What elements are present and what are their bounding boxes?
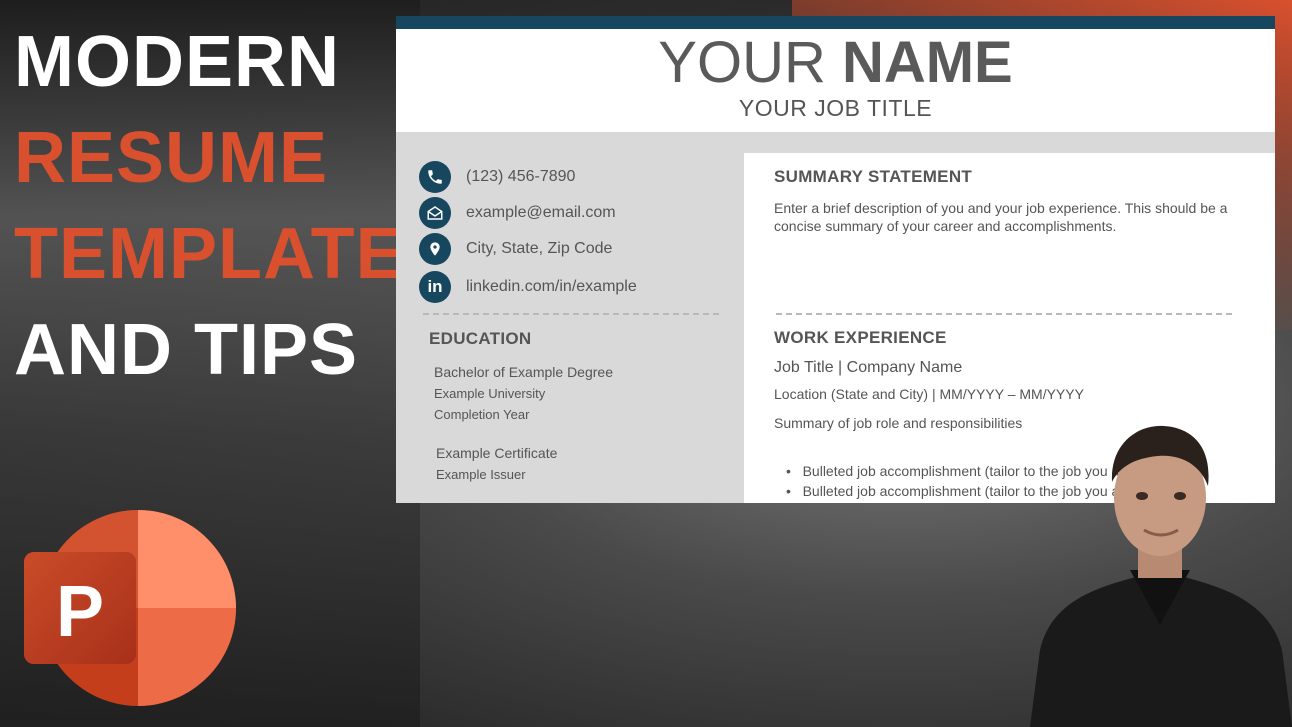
resume-name-bold: NAME	[841, 30, 1013, 95]
headline-line-4: AND TIPS	[14, 310, 359, 390]
contact-linkedin: in linkedin.com/in/example	[419, 271, 637, 303]
contact-email: example@email.com	[419, 197, 616, 229]
email-icon	[419, 197, 451, 229]
education-university: Example University	[434, 386, 546, 401]
headline-line-2: RESUME	[14, 118, 329, 198]
divider-left	[423, 313, 719, 315]
linkedin-icon: in	[419, 271, 451, 303]
powerpoint-logo-letter: P	[56, 572, 104, 652]
contact-linkedin-text: linkedin.com/in/example	[466, 278, 637, 295]
location-pin-icon	[419, 233, 451, 265]
work-role: Summary of job role and responsibilities	[774, 415, 1023, 431]
contact-phone-text: (123) 456-7890	[466, 168, 576, 185]
summary-title: SUMMARY STATEMENT	[774, 167, 973, 186]
work-location: Location (State and City) | MM/YYYY – MM…	[774, 386, 1084, 402]
summary-text: Enter a brief description of you and you…	[774, 200, 1228, 234]
education-issuer: Example Issuer	[436, 467, 526, 482]
resume-name-first: YOUR	[658, 30, 842, 95]
education-degree: Bachelor of Example Degree	[434, 364, 613, 380]
education-title: EDUCATION	[429, 329, 532, 348]
contact-email-text: example@email.com	[466, 204, 616, 221]
work-job: Job Title | Company Name	[774, 359, 963, 376]
education-year: Completion Year	[434, 407, 530, 422]
contact-location: City, State, Zip Code	[419, 233, 612, 265]
resume-job-title: YOUR JOB TITLE	[738, 95, 933, 121]
contact-location-text: City, State, Zip Code	[466, 240, 613, 257]
presenter-photo	[1030, 425, 1292, 727]
work-title: WORK EXPERIENCE	[774, 328, 947, 347]
contact-phone: (123) 456-7890	[419, 161, 575, 193]
resume-name: YOUR NAME	[396, 34, 1275, 92]
education-certificate: Example Certificate	[436, 445, 558, 461]
resume-top-bar	[396, 16, 1275, 29]
headline-line-1: MODERN	[14, 22, 340, 102]
phone-icon	[419, 161, 451, 193]
divider-right	[776, 313, 1232, 315]
headline-line-3: TEMPLATE	[14, 214, 405, 294]
powerpoint-logo-icon: P	[24, 510, 236, 706]
